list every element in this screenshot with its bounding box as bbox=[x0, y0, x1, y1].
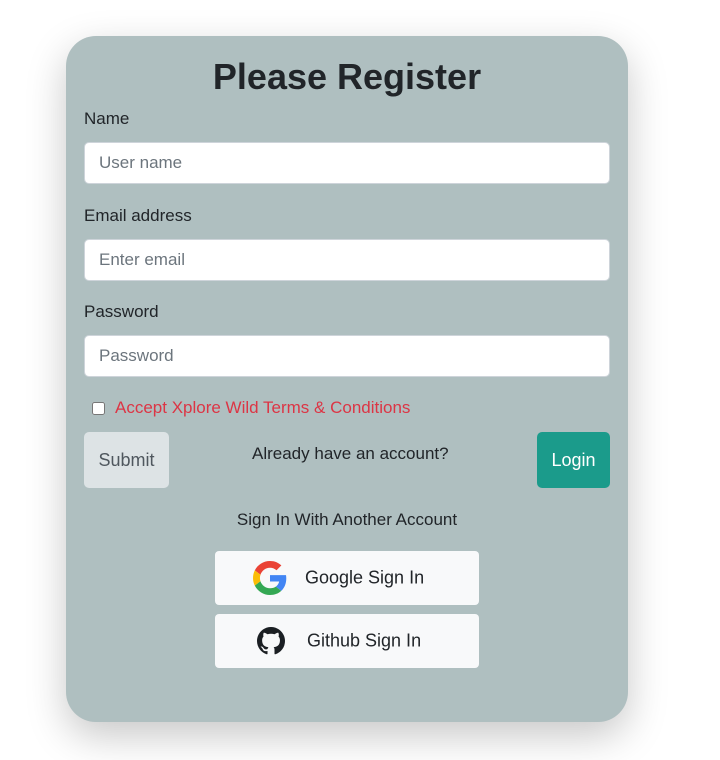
page-title: Please Register bbox=[212, 56, 482, 97]
google-sign-in-button[interactable]: Google Sign In bbox=[215, 551, 479, 605]
register-card: Please Register Name Email address Passw… bbox=[66, 36, 628, 722]
name-input[interactable] bbox=[84, 142, 610, 184]
github-icon bbox=[257, 627, 285, 655]
email-input[interactable] bbox=[84, 239, 610, 281]
terms-label[interactable]: Accept Xplore Wild Terms & Conditions bbox=[115, 398, 410, 418]
github-sign-in-label: Github Sign In bbox=[307, 630, 422, 651]
password-label: Password bbox=[84, 302, 159, 321]
sign-in-another-heading: Sign In With Another Account bbox=[236, 510, 458, 529]
google-icon bbox=[253, 561, 287, 595]
terms-row: Accept Xplore Wild Terms & Conditions bbox=[92, 398, 410, 418]
login-button[interactable]: Login bbox=[537, 432, 610, 488]
terms-checkbox[interactable] bbox=[92, 401, 105, 415]
already-have-account-text: Already have an account? bbox=[252, 444, 449, 463]
name-label: Name bbox=[84, 109, 130, 128]
google-sign-in-label: Google Sign In bbox=[305, 567, 425, 588]
github-sign-in-button[interactable]: Github Sign In bbox=[215, 614, 479, 668]
password-input[interactable] bbox=[84, 335, 610, 377]
email-label: Email address bbox=[84, 206, 192, 225]
submit-button[interactable]: Submit bbox=[84, 432, 169, 488]
